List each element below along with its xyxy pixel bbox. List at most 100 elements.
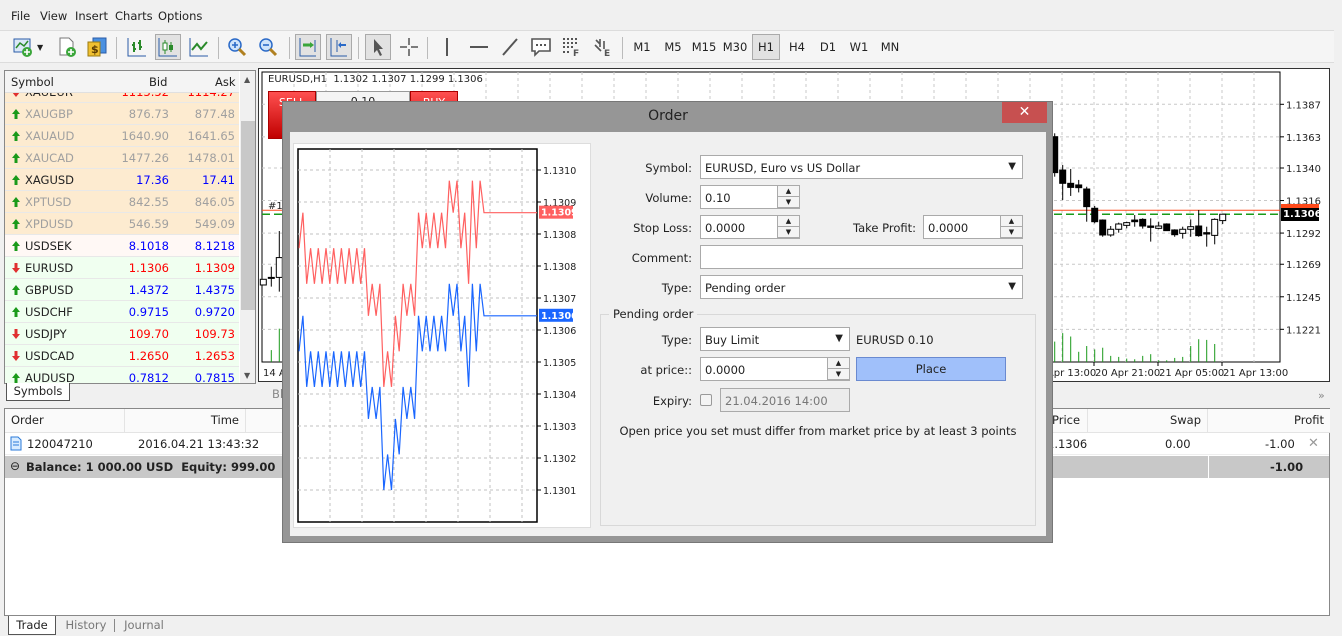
tab-trade[interactable]: Trade xyxy=(8,616,56,635)
expiry-checkbox[interactable] xyxy=(700,394,712,406)
periodicity-button[interactable]: E xyxy=(590,34,616,60)
trendline-button[interactable] xyxy=(497,34,523,60)
menu-file[interactable]: File xyxy=(11,9,30,23)
timeframe-m30[interactable]: M30 xyxy=(721,34,749,60)
horizontal-line-button[interactable] xyxy=(466,34,492,60)
symbol-name: XAUCAD xyxy=(25,151,74,165)
pending-order-legend: Pending order xyxy=(609,307,698,321)
chart-shift-button[interactable] xyxy=(326,34,352,60)
column-header-swap[interactable]: Swap xyxy=(1088,409,1208,433)
timeframe-h1[interactable]: H1 xyxy=(752,34,780,60)
symbol-row[interactable]: USDCHF 0.9715 0.9720 xyxy=(5,301,239,323)
spin-up-icon[interactable]: ▲ xyxy=(778,186,799,197)
bar-chart-button[interactable] xyxy=(124,34,150,60)
collapse-icon[interactable]: ⊖ xyxy=(10,459,20,473)
close-order-icon[interactable]: ✕ xyxy=(1308,436,1319,451)
symbol-select[interactable]: EURUSD, Euro vs US Dollar ▼ xyxy=(700,155,1023,179)
pending-type-select[interactable]: Buy Limit ▼ xyxy=(700,327,850,351)
spin-up-icon[interactable]: ▲ xyxy=(1001,216,1022,227)
symbol-row[interactable]: XAUGBP 876.73 877.48 xyxy=(5,103,239,125)
symbol-name: XAGUSD xyxy=(25,173,75,187)
crosshair-button[interactable] xyxy=(396,34,422,60)
fibonacci-icon: F xyxy=(563,38,579,58)
timeframe-m5[interactable]: M5 xyxy=(659,34,687,60)
expand-icon[interactable]: » xyxy=(1318,389,1325,402)
spin-down-icon[interactable]: ▼ xyxy=(1001,227,1022,238)
cursor-button[interactable] xyxy=(365,34,391,60)
price-tick-label: 1.1221 xyxy=(1286,325,1321,336)
comment-input[interactable] xyxy=(700,245,1023,269)
menu-charts[interactable]: Charts xyxy=(115,9,153,23)
scroll-up-icon[interactable]: ▲ xyxy=(244,75,250,84)
symbol-name: XAUAUD xyxy=(25,129,75,143)
timeframe-m1[interactable]: M1 xyxy=(628,34,656,60)
type-label: Type: xyxy=(661,281,692,295)
dropdown-arrow-icon: ▼ xyxy=(1008,281,1016,292)
candlestick-button[interactable] xyxy=(155,34,181,60)
bull-candle xyxy=(1187,226,1195,230)
symbol-row[interactable]: EURUSD 1.1306 1.1309 xyxy=(5,257,239,279)
zoom-out-button[interactable] xyxy=(255,34,281,60)
scrollbar[interactable]: ▲ ▼ xyxy=(240,71,255,383)
menu-options[interactable]: Options xyxy=(158,9,202,23)
timeframe-mn[interactable]: MN xyxy=(876,34,904,60)
close-button[interactable]: ✕ xyxy=(1002,102,1047,123)
spin-down-icon[interactable]: ▼ xyxy=(778,197,799,208)
timeframe-d1[interactable]: D1 xyxy=(814,34,842,60)
at-price-spinner[interactable]: ▲ ▼ xyxy=(827,358,849,380)
symbol-row[interactable]: XPDUSD 546.59 549.09 xyxy=(5,213,239,235)
menu-view[interactable]: View xyxy=(40,9,67,23)
symbol-row[interactable]: USDCAD 1.2650 1.2653 xyxy=(5,345,239,367)
column-header-bid[interactable]: Bid xyxy=(149,75,167,89)
at-price-label: at price:: xyxy=(640,363,692,377)
vertical-line-button[interactable] xyxy=(434,34,460,60)
column-header-symbol[interactable]: Symbol xyxy=(11,75,54,89)
ask-price: 549.09 xyxy=(194,217,235,231)
column-header-ask[interactable]: Ask xyxy=(215,75,236,89)
symbol-row[interactable]: XAUCAD 1477.26 1478.01 xyxy=(5,147,239,169)
at-price-stepper[interactable]: 0.0000 ▲ ▼ xyxy=(700,357,850,381)
new-chart-button[interactable] xyxy=(10,34,36,60)
place-button[interactable]: Place xyxy=(856,357,1006,381)
column-header-time[interactable]: Time xyxy=(125,409,246,433)
symbol-row[interactable]: XAUAUD 1640.90 1641.65 xyxy=(5,125,239,147)
timeframe-h4[interactable]: H4 xyxy=(783,34,811,60)
text-label-button[interactable] xyxy=(528,34,554,60)
symbol-row[interactable]: USDSEK 8.1018 8.1218 xyxy=(5,235,239,257)
symbol-row[interactable]: XAGUSD 17.36 17.41 xyxy=(5,169,239,191)
column-header-order[interactable]: Order xyxy=(5,409,125,433)
tab-journal[interactable]: Journal xyxy=(118,616,170,635)
symbol-row[interactable]: USDJPY 109.70 109.73 xyxy=(5,323,239,345)
symbol-row[interactable]: AUDUSD 0.7812 0.7815 xyxy=(5,367,239,383)
tab-history[interactable]: History xyxy=(60,616,112,635)
timeframe-m15[interactable]: M15 xyxy=(690,34,718,60)
tab-symbols[interactable]: Symbols xyxy=(6,383,70,401)
dropdown-arrow-icon: ▼ xyxy=(835,333,843,344)
menu-insert[interactable]: Insert xyxy=(75,9,108,23)
symbol-name: USDCAD xyxy=(25,349,75,363)
fibonacci-button[interactable]: F xyxy=(559,34,585,60)
expiry-input[interactable]: 21.04.2016 14:00 xyxy=(720,388,850,412)
order-type-select[interactable]: Pending order ▼ xyxy=(700,275,1023,299)
tick-chart-panel: 1.1310 1.1309 1.1308 1.1308 1.1307 1.1306 1.13… xyxy=(293,143,591,528)
symbol-row[interactable]: XPTUSD 842.55 846.05 xyxy=(5,191,239,213)
market-watch-button[interactable]: $ xyxy=(84,34,110,60)
auto-scroll-button[interactable] xyxy=(295,34,321,60)
scrollbar-thumb[interactable] xyxy=(241,121,255,310)
scroll-down-icon[interactable]: ▼ xyxy=(244,371,250,380)
stop-loss-stepper[interactable]: 0.0000 ▲ ▼ xyxy=(700,215,800,239)
take-profit-spinner[interactable]: ▲ ▼ xyxy=(1000,216,1022,238)
dropdown-arrow-icon: ▼ xyxy=(1008,161,1016,172)
spin-up-icon[interactable]: ▲ xyxy=(828,358,849,369)
chevron-down-icon[interactable]: ▼ xyxy=(37,43,43,52)
volume-stepper[interactable]: 0.10 ▲ ▼ xyxy=(700,185,800,209)
take-profit-stepper[interactable]: 0.0000 ▲ ▼ xyxy=(923,215,1023,239)
zoom-in-button[interactable] xyxy=(224,34,250,60)
spin-down-icon[interactable]: ▼ xyxy=(828,369,849,380)
volume-spinner[interactable]: ▲ ▼ xyxy=(777,186,799,208)
timeframe-w1[interactable]: W1 xyxy=(845,34,873,60)
new-order-button[interactable] xyxy=(54,34,80,60)
column-header-profit[interactable]: Profit xyxy=(1208,409,1330,433)
symbol-row[interactable]: GBPUSD 1.4372 1.4375 xyxy=(5,279,239,301)
line-chart-button[interactable] xyxy=(186,34,212,60)
